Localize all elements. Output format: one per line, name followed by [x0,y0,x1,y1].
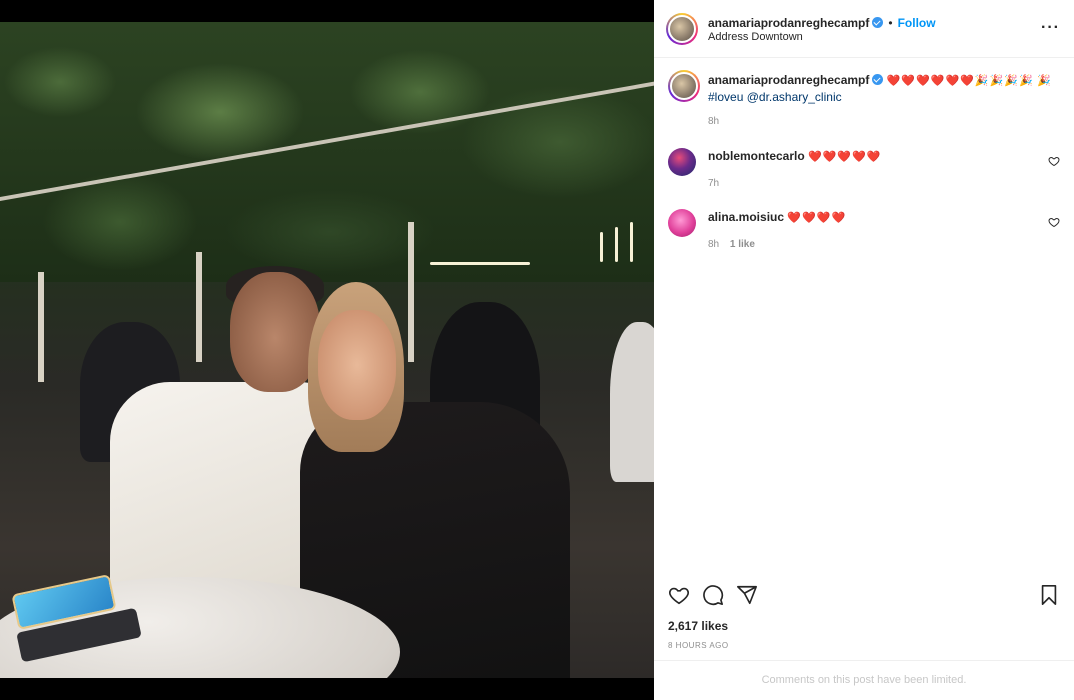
commenter-avatar[interactable] [668,209,696,237]
caption-hashtag[interactable]: #loveu [708,90,743,104]
post-media[interactable] [0,0,654,700]
post-photo[interactable] [0,22,654,678]
verified-badge-icon [872,74,884,85]
post-caption: anamariaprodanreghecampf ❤️❤️❤️❤️❤️❤️🎉🎉🎉… [668,70,1060,134]
post-sidebar: anamariaprodanreghecampf • Follow Address … [654,0,1074,700]
city-light [600,232,603,262]
likes-count[interactable]: 2,617 likes [668,619,728,633]
city-light [630,222,633,262]
more-horizontal-icon[interactable]: ··· [1041,20,1060,36]
heart-icon[interactable] [668,584,690,606]
comment-text: ❤️❤️❤️❤️❤️ [808,151,882,163]
heart-icon[interactable] [1048,216,1060,228]
author-avatar[interactable] [668,70,700,102]
commenter-avatar[interactable] [668,148,696,176]
post-header: anamariaprodanreghecampf • Follow Address … [654,0,1074,58]
author-username[interactable]: anamariaprodanreghecampf [708,16,869,30]
follow-button[interactable]: Follow [898,16,936,30]
comment-time: 7h [708,178,720,189]
comment-item: noblemontecarlo ❤️❤️❤️❤️❤️ 7h [668,147,1060,191]
background-person [610,322,654,482]
comment-time: 8h [708,239,720,250]
city-light [615,227,618,262]
comment-item: alina.moisiuc ❤️❤️❤️❤️ 8h 1 like [668,208,1060,252]
caption-time: 8h [708,116,720,127]
bookmark-icon[interactable] [1038,584,1060,606]
comment-icon[interactable] [702,584,724,606]
post-location[interactable]: Address Downtown [708,31,803,43]
comment-username[interactable]: noblemontecarlo [708,149,805,163]
caption-emojis: ❤️❤️❤️❤️❤️❤️🎉🎉🎉🎉 [886,75,1034,87]
verified-badge-icon [872,17,884,28]
author-avatar[interactable] [666,13,698,45]
post-timestamp: 8 HOURS AGO [668,641,729,650]
city-light [430,262,530,265]
comment-text: ❤️❤️❤️❤️ [787,212,847,224]
comments-limited-notice: Comments on this post have been limited. [654,660,1074,700]
share-icon[interactable] [736,584,758,606]
heart-icon[interactable] [1048,155,1060,167]
caption-emoji: 🎉 [1037,75,1052,87]
caption-username[interactable]: anamariaprodanreghecampf [708,73,869,87]
post-actions [668,584,1060,608]
separator-dot: • [888,16,893,30]
comment-username[interactable]: alina.moisiuc [708,210,784,224]
railing-post [38,272,44,382]
caption-mention[interactable]: @dr.ashary_clinic [747,90,842,104]
comment-likes[interactable]: 1 like [730,239,755,250]
